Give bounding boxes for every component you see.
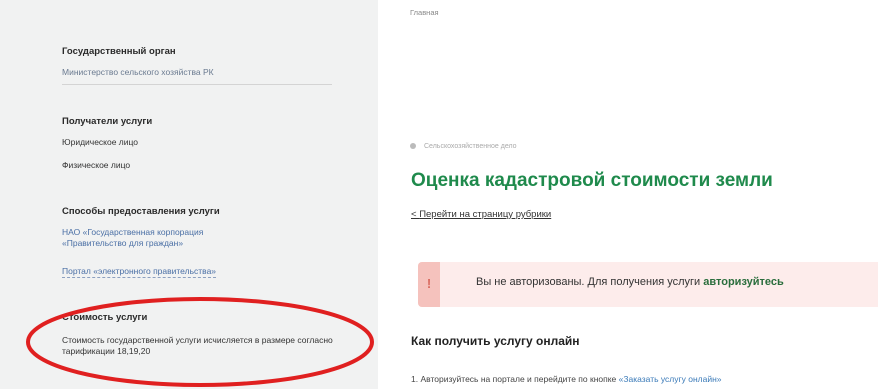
alert-icon: ! <box>426 276 432 291</box>
how-to-title: Как получить услугу онлайн <box>411 334 580 348</box>
breadcrumb[interactable]: Сельскохозяйственное дело <box>410 143 517 150</box>
methods-section: Способы предоставления услуги НАО «Госуд… <box>62 206 352 279</box>
cost-text: Стоимость государственной услуги исчисля… <box>62 335 333 356</box>
cost-title: Стоимость услуги <box>62 312 148 323</box>
back-link-label: Перейти на страницу рубрики <box>419 209 552 220</box>
gov-body-title: Государственный орган <box>62 46 176 57</box>
method-link-gov-corp[interactable]: НАО «Государственная корпорация «Правите… <box>62 227 262 249</box>
gov-body-section: Государственный орган Министерство сельс… <box>62 46 352 85</box>
step-text: Авторизуйтесь на портале и перейдите по … <box>420 374 619 384</box>
divider <box>62 84 332 85</box>
recipient-item: Юридическое лицо <box>62 137 139 147</box>
breadcrumb-icon <box>410 143 416 150</box>
step-item: 1. Авторизуйтесь на портале и перейдите … <box>411 374 722 384</box>
order-online-link[interactable]: «Заказать услугу онлайн» <box>619 374 722 384</box>
back-to-rubric-link[interactable]: < Перейти на страницу рубрики <box>411 209 551 220</box>
login-link[interactable]: авторизуйтесь <box>703 276 784 288</box>
alert-message: Вы не авторизованы. Для получения услуги… <box>476 276 784 288</box>
gov-body-value: Министерство сельского хозяйства РК <box>62 67 214 77</box>
auth-alert: ! Вы не авторизованы. Для получения услу… <box>418 262 878 307</box>
cost-section: Стоимость услуги Стоимость государственн… <box>62 312 352 369</box>
main-content: Главная Сельскохозяйственное дело Оценка… <box>378 0 878 389</box>
methods-title: Способы предоставления услуги <box>62 206 220 217</box>
recipient-item: Физическое лицо <box>62 160 131 170</box>
breadcrumb-label: Сельскохозяйственное дело <box>424 143 517 150</box>
page-title: Оценка кадастровой стоимости земли <box>411 170 773 191</box>
top-breadcrumb[interactable]: Главная <box>410 8 439 17</box>
alert-text: Вы не авторизованы. Для получения услуги <box>476 276 704 288</box>
step-number: 1. <box>411 374 419 384</box>
sidebar: Государственный орган Министерство сельс… <box>0 0 378 389</box>
recipients-title: Получатели услуги <box>62 116 153 127</box>
recipients-section: Получатели услуги Юридическое лицо Физич… <box>62 116 352 183</box>
method-link-egov[interactable]: Портал «электронного правительства» <box>62 266 217 278</box>
